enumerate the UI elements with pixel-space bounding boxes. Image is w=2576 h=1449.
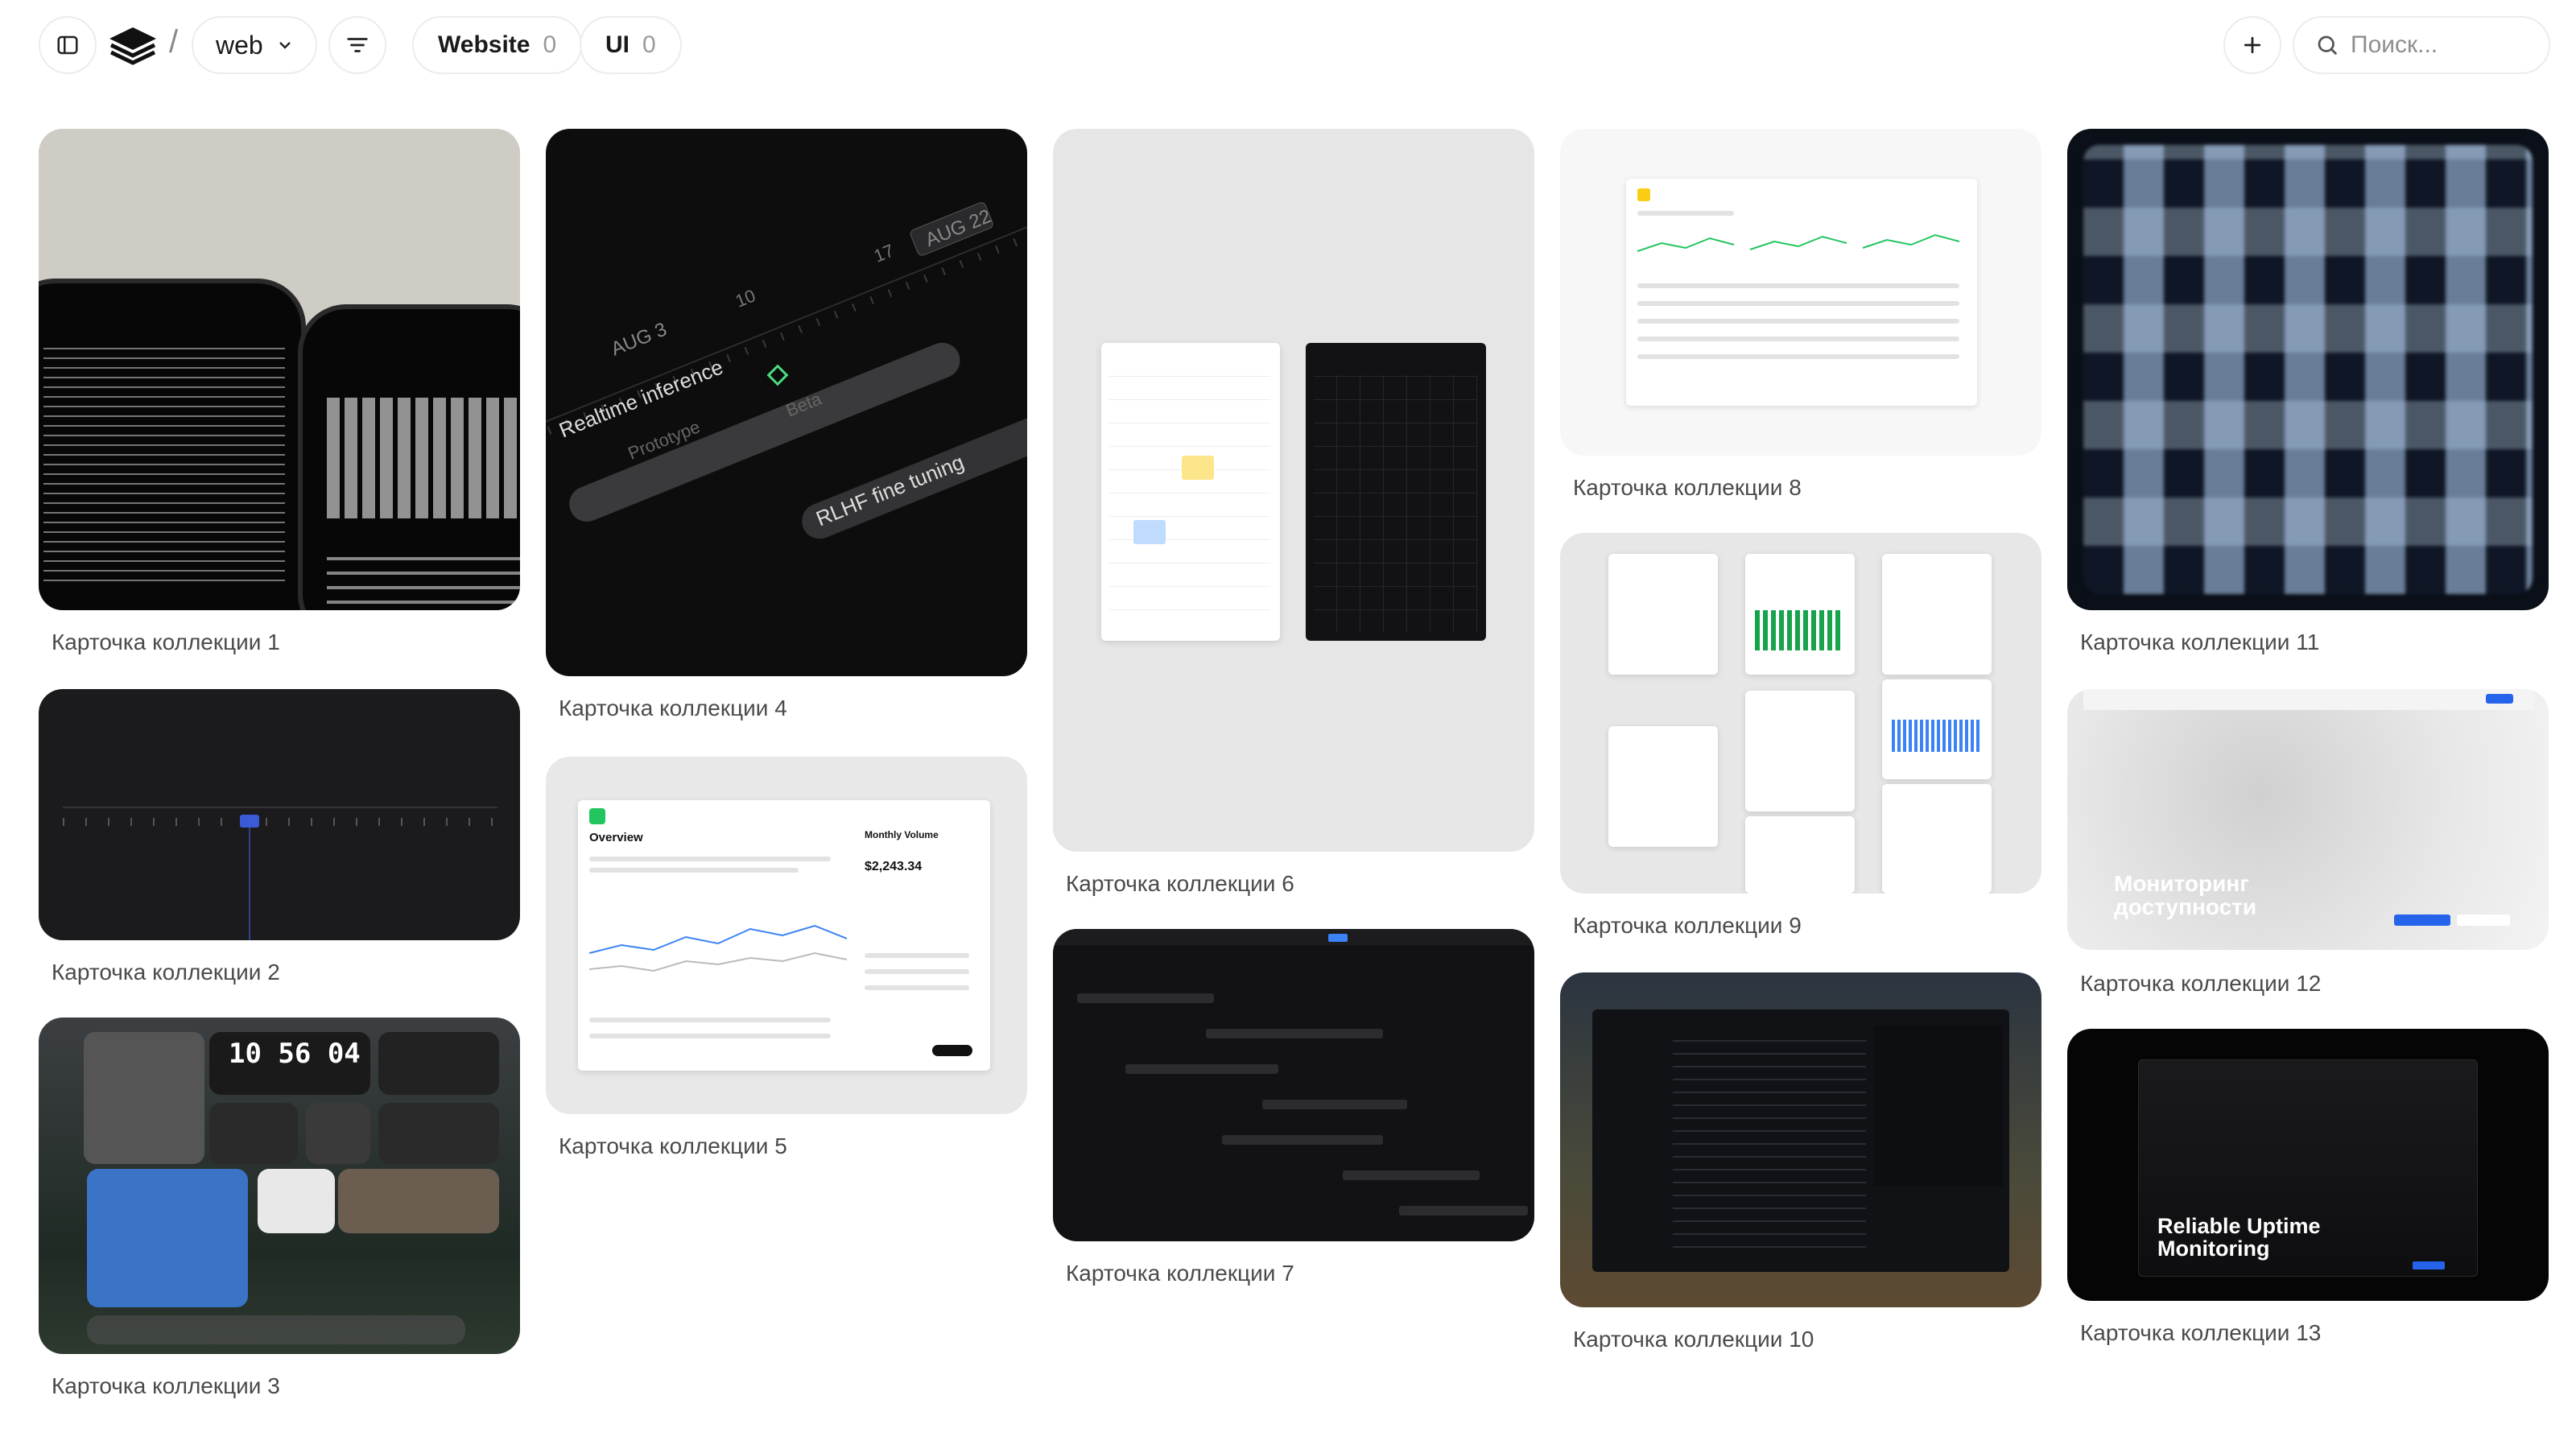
health-widget <box>1882 554 1992 675</box>
search-box[interactable] <box>2293 16 2550 74</box>
card-caption: Карточка коллекции 1 <box>52 630 280 654</box>
card-thumbnail <box>1560 972 2041 1307</box>
collection-card-12[interactable]: Мониторинг доступности Карточка коллекци… <box>2067 689 2549 1003</box>
plus-icon <box>2244 36 2261 54</box>
card-caption: Карточка коллекции 13 <box>2080 1320 2322 1345</box>
card-caption: Карточка коллекции 5 <box>559 1133 787 1158</box>
collection-selector-value: web <box>216 30 263 60</box>
card-thumbnail <box>1053 929 1534 1241</box>
card-thumbnail <box>1053 129 1534 852</box>
search-input[interactable] <box>2351 31 2520 59</box>
calendar-dark-preview <box>1306 343 1486 641</box>
tag-chip-count: 0 <box>642 31 656 58</box>
collection-card-5[interactable]: Overview Monthly Volume $2,243.34 Карточ… <box>546 757 1027 1164</box>
preview-title: Overview <box>589 831 643 844</box>
collection-card-10[interactable]: Карточка коллекции 10 <box>1560 972 2041 1359</box>
preview-amount: $2,243.34 <box>865 860 923 873</box>
preview-headline: Reliable Uptime Monitoring <box>2157 1214 2321 1261</box>
collection-card-1[interactable]: Карточка коллекции 1 <box>39 129 520 660</box>
phone-mockup <box>39 279 306 610</box>
card-thumbnail: Мониторинг доступности <box>2067 689 2549 950</box>
widget-clock: 10 56 04 <box>229 1038 361 1070</box>
filter-button[interactable] <box>328 16 386 74</box>
health-widget <box>1608 726 1718 847</box>
tag-chip-count: 0 <box>543 31 557 58</box>
health-widget <box>1745 816 1855 894</box>
card-caption: Карточка коллекции 2 <box>52 960 280 985</box>
card-thumbnail: 10 56 04 <box>39 1018 520 1354</box>
collection-card-9[interactable]: Карточка коллекции 9 <box>1560 533 2041 943</box>
tag-chip-label: UI <box>605 31 630 58</box>
dashboard-preview: Overview Monthly Volume $2,243.34 <box>578 800 990 1071</box>
breadcrumb-separator: / <box>169 24 179 60</box>
card-thumbnail <box>39 129 520 610</box>
health-widget <box>1745 691 1855 811</box>
card-thumbnail: Overview Monthly Volume $2,243.34 <box>546 757 1027 1114</box>
collection-selector[interactable]: web <box>192 16 317 74</box>
card-caption: Карточка коллекции 6 <box>1066 871 1294 896</box>
phone-mockup <box>298 304 520 610</box>
card-caption: Карточка коллекции 10 <box>1573 1327 1814 1352</box>
card-caption: Карточка коллекции 7 <box>1066 1261 1294 1286</box>
card-caption: Карточка коллекции 3 <box>52 1373 280 1398</box>
card-thumbnail: AUG 3 AUG 22 10 17 Realtime inference Pr… <box>546 129 1027 676</box>
collection-card-8[interactable]: Карточка коллекции 8 <box>1560 129 2041 507</box>
card-thumbnail <box>1560 129 2041 456</box>
card-caption: Карточка коллекции 9 <box>1573 913 1802 938</box>
card-thumbnail: Reliable Uptime Monitoring <box>2067 1029 2549 1301</box>
terminal-preview <box>1592 1009 2009 1272</box>
collection-card-7[interactable]: Карточка коллекции 7 <box>1053 929 1534 1293</box>
health-widget <box>1882 784 1992 894</box>
tag-chip-ui[interactable]: UI 0 <box>580 16 682 74</box>
card-caption: Карточка коллекции 8 <box>1573 475 1802 500</box>
collection-card-6[interactable]: Карточка коллекции 6 <box>1053 129 1534 903</box>
card-thumbnail <box>1560 533 2041 894</box>
chevron-down-icon <box>279 42 291 49</box>
card-caption: Карточка коллекции 11 <box>2080 630 2320 654</box>
health-widget <box>1608 554 1718 675</box>
collection-card-3[interactable]: 10 56 04 Карточка коллекции 3 <box>39 1018 520 1404</box>
collection-card-13[interactable]: Reliable Uptime Monitoring Карточка колл… <box>2067 1029 2549 1351</box>
card-caption: Карточка коллекции 4 <box>559 696 787 720</box>
add-button[interactable] <box>2223 16 2281 74</box>
top-bar: / web Website 0 UI 0 <box>0 0 2576 92</box>
preview-headline: Мониторинг доступности <box>2114 871 2257 919</box>
tag-chip-label: Website <box>438 31 530 58</box>
collection-card-4[interactable]: AUG 3 AUG 22 10 17 Realtime inference Pr… <box>546 129 1027 728</box>
sidebar-toggle-button[interactable] <box>39 16 97 74</box>
card-caption: Карточка коллекции 12 <box>2080 971 2322 996</box>
search-icon <box>2318 35 2338 56</box>
collection-card-11[interactable]: Карточка коллекции 11 <box>2067 129 2549 660</box>
filter-lines-icon <box>347 38 368 52</box>
layers-logo-icon[interactable] <box>108 26 158 66</box>
collection-card-2[interactable]: Карточка коллекции 2 <box>39 689 520 987</box>
card-thumbnail <box>2067 129 2549 610</box>
calendar-light-preview <box>1101 343 1280 641</box>
health-widget <box>1882 679 1992 779</box>
tag-chip-website[interactable]: Website 0 <box>412 16 583 74</box>
sidebar-toggle-icon <box>57 35 78 55</box>
finance-dashboard-preview <box>1626 179 1977 406</box>
card-thumbnail <box>39 689 520 940</box>
preview-side-title: Monthly Volume <box>865 829 939 840</box>
health-widget <box>1745 554 1855 675</box>
